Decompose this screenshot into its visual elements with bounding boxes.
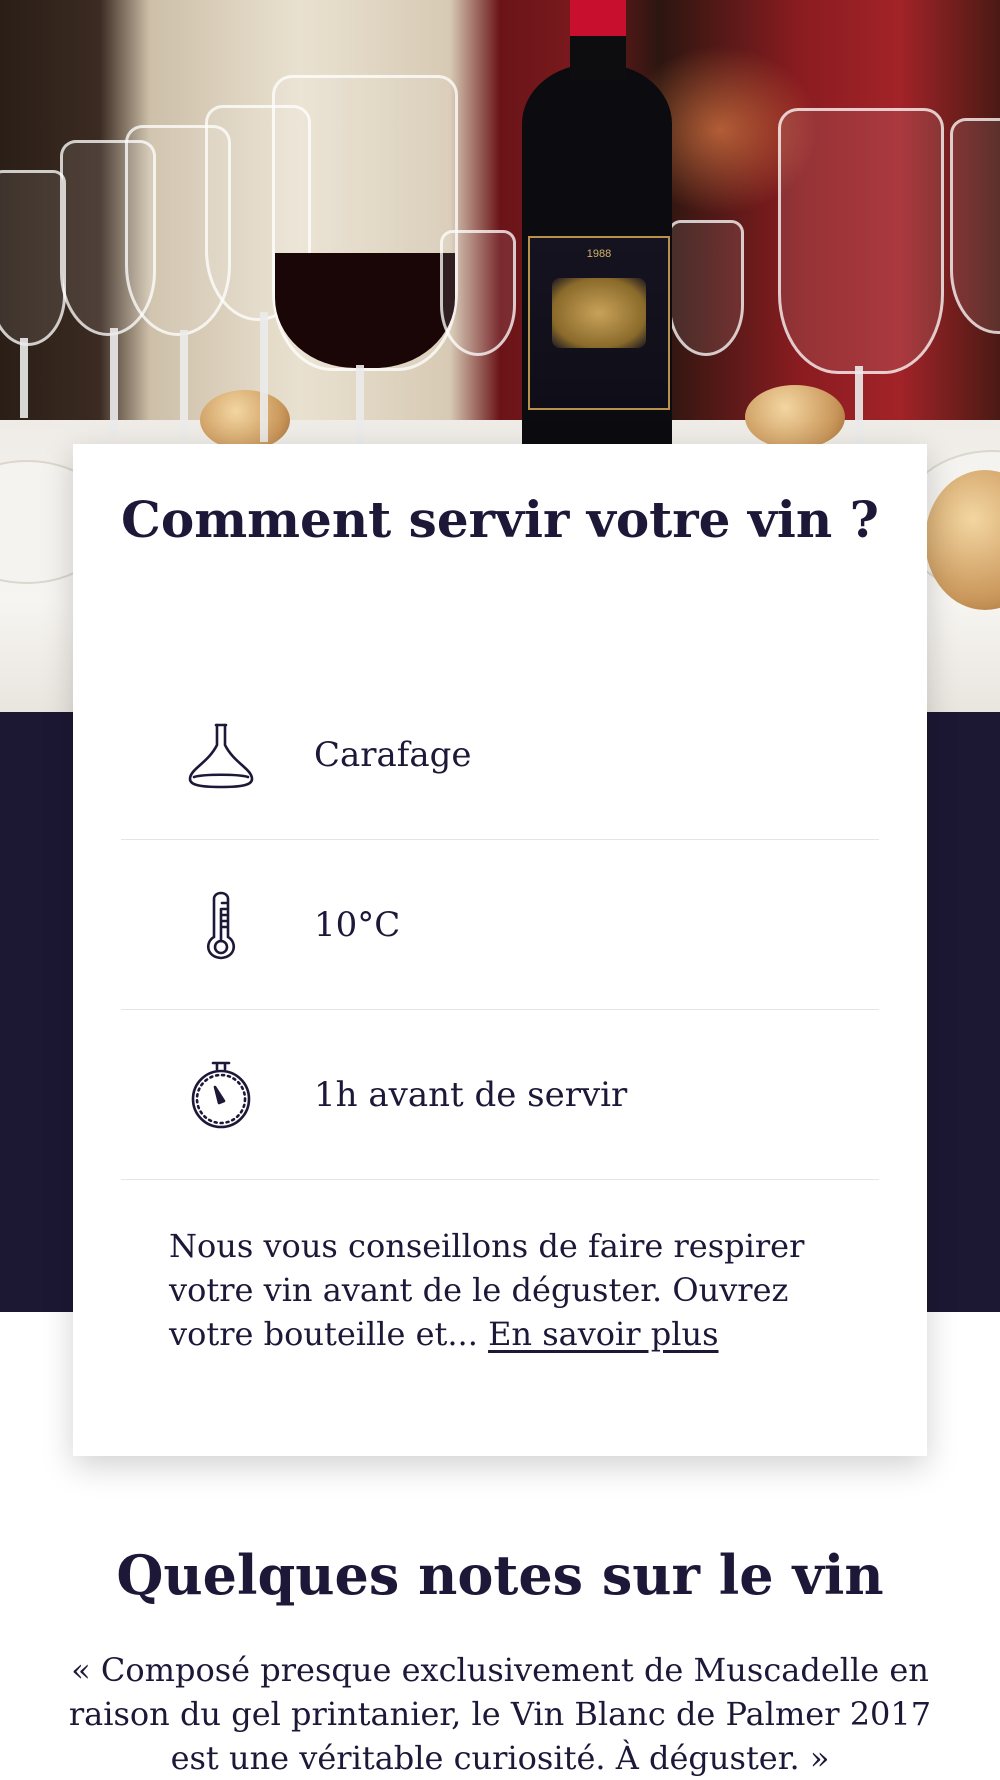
serving-item-label: 1h avant de servir xyxy=(314,1075,628,1115)
glass-stem xyxy=(855,366,863,446)
decanter-icon xyxy=(181,715,261,795)
bottle-label: 1988 xyxy=(528,236,670,410)
serving-item-timing: 1h avant de servir xyxy=(121,1010,879,1180)
serving-item-label: Carafage xyxy=(314,735,472,775)
stopwatch-icon xyxy=(181,1055,261,1135)
bottle-capsule xyxy=(570,0,626,36)
learn-more-link[interactable]: En savoir plus xyxy=(488,1315,718,1353)
serving-advice: Nous vous conseillons de faire respirer … xyxy=(169,1224,839,1356)
chateau-crest xyxy=(552,278,646,348)
notes-quote: « Composé presque exclusivement de Musca… xyxy=(40,1648,960,1780)
bottle-label-year: 1988 xyxy=(586,248,612,260)
glass-stem xyxy=(110,328,118,438)
glass-stem xyxy=(180,330,188,440)
serving-title-text: Comment servir votre vin ? xyxy=(121,490,879,549)
thermometer-icon xyxy=(181,885,261,965)
serving-item-decanting: Carafage xyxy=(121,670,879,840)
wine-glass xyxy=(272,75,458,371)
divider xyxy=(121,1179,879,1180)
serving-item-temperature: 10°C xyxy=(121,840,879,1010)
glass-stem xyxy=(356,365,364,445)
serving-title: Comment servir votre vin ? xyxy=(73,488,927,551)
wine-glass xyxy=(668,220,744,356)
wine-glass xyxy=(950,118,1000,334)
bread-roll xyxy=(745,385,845,449)
wine-glass xyxy=(778,108,944,374)
wine-glass xyxy=(440,230,516,356)
notes-title-text: Quelques notes sur le vin xyxy=(116,1543,884,1607)
red-wine xyxy=(275,253,455,368)
bread-roll xyxy=(200,390,290,450)
serving-item-label: 10°C xyxy=(314,905,401,945)
notes-quote-text: « Composé presque exclusivement de Musca… xyxy=(68,1651,932,1777)
wine-glass xyxy=(0,170,66,346)
serving-card: Comment servir votre vin ? Carafage 10°C xyxy=(73,444,927,1456)
glass-stem xyxy=(260,312,268,442)
glass-stem xyxy=(20,338,28,418)
notes-title: Quelques notes sur le vin xyxy=(0,1542,1000,1608)
